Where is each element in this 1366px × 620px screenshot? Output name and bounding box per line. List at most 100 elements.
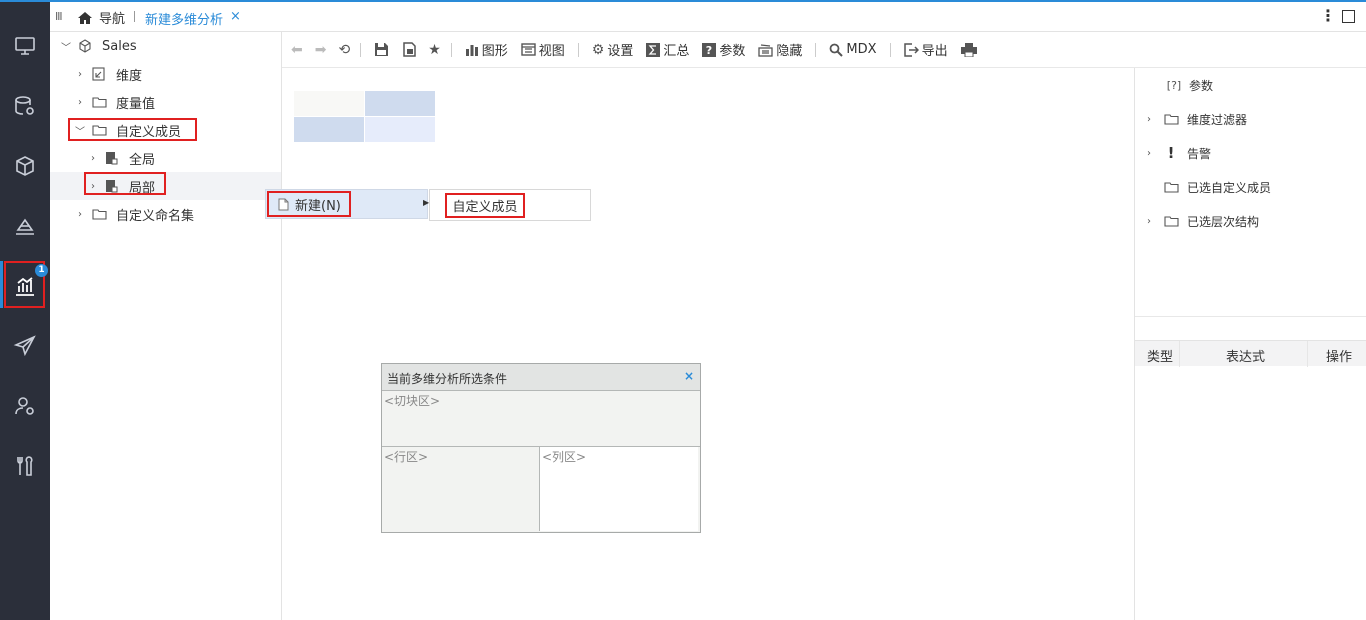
export-button[interactable]: 导出 (903, 40, 948, 59)
tree-item-measures[interactable]: › 度量值 (50, 88, 281, 116)
undo-button[interactable]: ⬅ (291, 42, 303, 58)
user-gear-icon[interactable] (0, 376, 50, 436)
toolbar-separator (450, 42, 452, 57)
redo-button[interactable]: ➡ (315, 42, 327, 58)
pivot-column-header (365, 91, 435, 116)
hide-icon (758, 43, 774, 57)
chart-icon (465, 45, 478, 56)
right-item-params[interactable]: [?] 参数 (1135, 68, 1366, 102)
tree-item-root[interactable]: ﹀ Sales (50, 32, 281, 60)
column-zone[interactable]: <列区> (540, 447, 698, 531)
printer-icon (960, 42, 977, 57)
right-item-dim-filter[interactable]: › 维度过滤器 (1135, 102, 1366, 136)
refresh-button[interactable]: ⟲ (338, 42, 350, 58)
right-panel: [?] 参数 › 维度过滤器 › ! 告警 已选自定义成员 › 已选层次结构 类… (1134, 68, 1366, 620)
export-icon (903, 42, 919, 57)
chevron-down-icon[interactable]: ﹀ (60, 39, 72, 54)
dialog-header: 当前多维分析所选条件 × (382, 364, 700, 391)
toolbar-separator (360, 42, 362, 57)
tab-home[interactable]: 导航 (77, 8, 125, 27)
paper-plane-icon[interactable] (0, 316, 50, 376)
tab-close-icon[interactable]: × (230, 9, 241, 24)
chevron-right-icon[interactable]: › (1135, 114, 1163, 125)
tab-menu-icon[interactable]: Ⅲ (55, 10, 63, 23)
database-gear-icon[interactable] (0, 76, 50, 136)
hide-button[interactable]: 隐藏 (758, 40, 802, 59)
tab-active[interactable]: 新建多维分析 (145, 9, 223, 28)
submenu: 自定义成员 (429, 189, 591, 221)
chevron-right-icon[interactable]: › (87, 153, 99, 164)
gear-icon: ⚙ (591, 41, 605, 58)
pivot-data-cell (365, 117, 435, 142)
resource-tree: ﹀ Sales › 维度 › 度量值 ﹀ 自定义成员 › 全局 › 局部 › 自… (50, 32, 282, 620)
menu-item-label: 新建(N) (295, 198, 341, 214)
file-icon (278, 198, 289, 210)
notification-badge: 1 (35, 264, 48, 277)
param-bracket-icon: [?] (1166, 78, 1182, 92)
right-item-selected-hierarchy[interactable]: › 已选层次结构 (1135, 204, 1366, 238)
tree-item-label: 度量值 (116, 96, 156, 112)
params-label: 参数 (719, 44, 746, 59)
arrow-right-icon: ➡ (314, 41, 327, 58)
tree-item-global[interactable]: › 全局 (50, 144, 281, 172)
sigma-icon (646, 42, 661, 57)
layers-chart-icon[interactable] (0, 196, 50, 256)
more-menu-icon[interactable]: ⋮ (1320, 6, 1336, 25)
folder-icon (92, 207, 108, 221)
toolbar: ⬅ ➡ ⟲ ★ 图形 视图 ⚙ 设置 汇总 ? 参数 隐藏 MDX 导出 (282, 32, 1366, 68)
tree-item-named-sets[interactable]: › 自定义命名集 (50, 200, 281, 228)
tab-separator (134, 11, 135, 22)
menu-item-custom-member[interactable]: 自定义成员 (445, 193, 525, 218)
expression-table-header: 类型 表达式 操作 (1135, 340, 1366, 367)
mdx-label: MDX (846, 42, 877, 57)
toolbar-separator (889, 42, 891, 57)
tools-icon[interactable] (0, 436, 50, 496)
monitor-icon[interactable] (0, 16, 50, 76)
view-button[interactable]: 视图 (521, 40, 565, 59)
context-menu: 新建(N) ▶ (265, 189, 429, 219)
right-item-alert[interactable]: › ! 告警 (1135, 136, 1366, 170)
slice-zone[interactable]: <切块区> (382, 391, 700, 447)
svg-text:?: ? (706, 44, 712, 57)
favorite-button[interactable]: ★ (428, 42, 441, 58)
save-button[interactable] (374, 42, 389, 57)
right-item-label: 参数 (1189, 78, 1214, 93)
doc-dark-icon (105, 151, 121, 165)
hide-label: 隐藏 (776, 44, 803, 59)
exclamation-icon: ! (1167, 144, 1175, 162)
params-button[interactable]: ? 参数 (702, 40, 745, 59)
close-icon[interactable]: × (684, 369, 694, 383)
col-action: 操作 (1326, 350, 1353, 365)
tree-item-dimension[interactable]: › 维度 (50, 60, 281, 88)
print-button[interactable] (960, 42, 977, 57)
tree-item-label: 自定义命名集 (116, 208, 195, 224)
tab-bar: Ⅲ 导航 新建多维分析 × ⋮ (50, 2, 1366, 32)
summary-label: 汇总 (663, 44, 690, 59)
chevron-right-icon[interactable]: › (1135, 148, 1163, 159)
chevron-right-icon[interactable]: › (1135, 216, 1163, 227)
cube-icon[interactable] (0, 136, 50, 196)
left-nav: 1 (0, 2, 50, 620)
chart-button[interactable]: 图形 (465, 40, 508, 59)
magnifier-icon (830, 43, 844, 57)
chevron-right-icon[interactable]: › (74, 97, 86, 108)
settings-button[interactable]: ⚙ 设置 (591, 40, 634, 60)
home-icon (78, 11, 92, 24)
tree-item-label: 维度 (116, 68, 143, 84)
folder-icon (92, 95, 108, 109)
row-zone[interactable]: <行区> (382, 447, 540, 531)
right-item-selected-custom[interactable]: 已选自定义成员 (1135, 170, 1366, 204)
maximize-icon[interactable] (1342, 10, 1355, 23)
conditions-dialog: 当前多维分析所选条件 × <切块区> <行区> <列区> (381, 363, 701, 533)
column-divider (1179, 341, 1180, 367)
chevron-right-icon[interactable]: › (74, 69, 86, 80)
mdx-button[interactable]: MDX (829, 42, 877, 57)
chevron-right-icon[interactable]: › (74, 209, 86, 220)
dimension-icon (92, 67, 108, 81)
menu-item-new[interactable]: 新建(N) (267, 191, 351, 217)
save-as-button[interactable] (401, 42, 416, 57)
right-item-label: 已选自定义成员 (1187, 180, 1272, 195)
folder-icon (1163, 181, 1179, 193)
summary-button[interactable]: 汇总 (646, 40, 689, 59)
tab-home-label: 导航 (99, 12, 126, 27)
